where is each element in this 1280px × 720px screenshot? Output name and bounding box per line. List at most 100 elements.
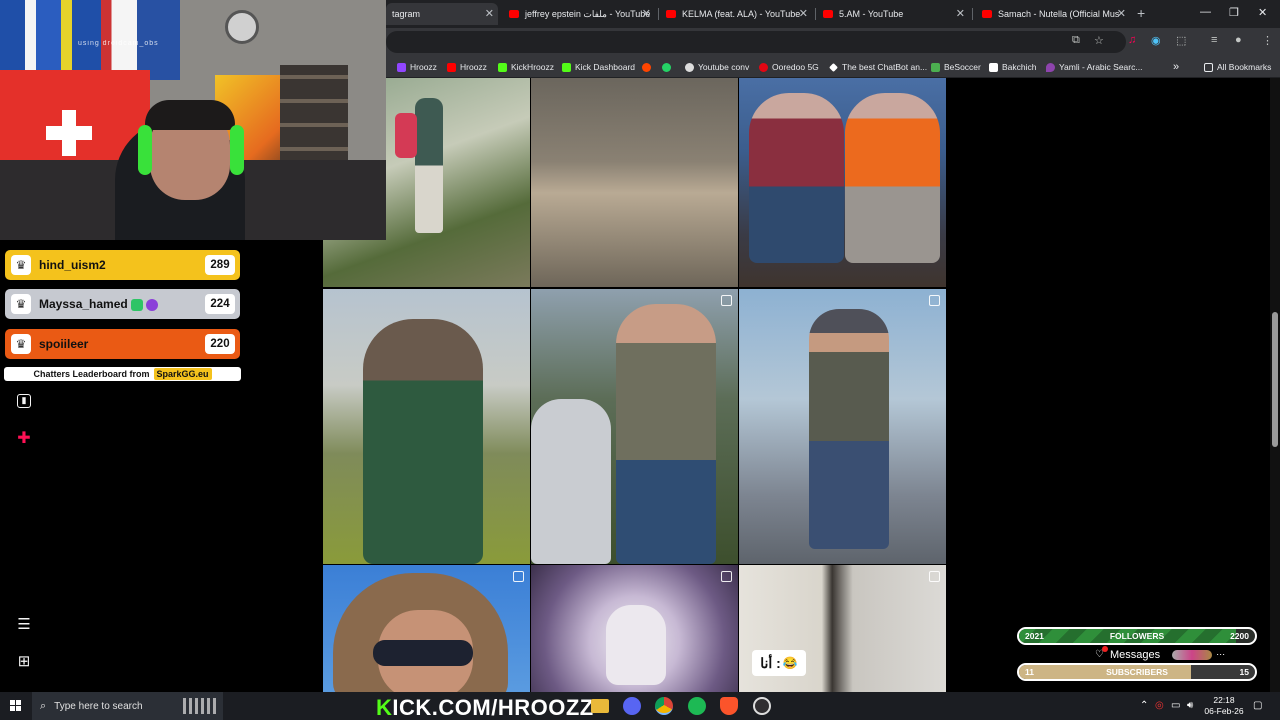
post-tile[interactable] <box>739 78 946 287</box>
file-explorer-icon[interactable] <box>591 699 609 713</box>
followers-goal: 2200 <box>1230 631 1249 641</box>
all-bookmarks[interactable]: All Bookmarks <box>1204 60 1271 74</box>
add-plus-icon[interactable]: ✚ <box>15 430 33 448</box>
tab-youtube-5am[interactable]: 5.AM - YouTube ✕ <box>817 3 969 25</box>
tab-label: 5.AM - YouTube <box>839 9 904 19</box>
reel-icon <box>721 571 732 582</box>
restore-icon[interactable]: ❐ <box>1229 6 1239 19</box>
close-icon[interactable]: ✕ <box>642 7 651 20</box>
extensions-icon[interactable]: ⬚ <box>1176 34 1186 47</box>
bookmark-youtube-conv[interactable]: Youtube conv <box>685 60 749 74</box>
minimize-icon[interactable]: — <box>1200 6 1211 18</box>
search-icon: ⌕ <box>40 699 47 712</box>
close-icon[interactable]: ✕ <box>1117 7 1126 20</box>
bookmark-bakchich[interactable]: Bakchich <box>989 60 1037 74</box>
kick-channel-banner: KICK.COM/HROOZZ <box>376 695 594 720</box>
crown-icon: ♛ <box>11 294 31 314</box>
screen: tagram ✕ jeffrey epstein ملفات - YouTube… <box>0 0 1280 720</box>
followers-goal-bar: 2021 FOLLOWERS 2200 <box>1017 627 1257 645</box>
taskbar-clock[interactable]: 22:18 06-Feb-26 <box>1198 695 1250 717</box>
bookmark-reddit[interactable] <box>642 60 655 74</box>
bookmark-star-icon[interactable]: ☆ <box>1094 34 1104 47</box>
meta-apps-icon[interactable]: ⊞ <box>15 653 33 671</box>
obs-icon[interactable] <box>753 697 771 715</box>
webcam-overlay: using droidcam_obs <box>0 0 386 240</box>
scrollbar-thumb[interactable] <box>1272 312 1278 447</box>
bookmark-ooredoo[interactable]: Ooredoo 5G <box>759 60 819 74</box>
menu-kebab-icon[interactable]: ⋮ <box>1262 34 1273 47</box>
folder-icon <box>1204 62 1213 72</box>
bookmark-chatbot[interactable]: The best ChatBot an... <box>829 60 927 74</box>
more-menu-icon[interactable]: ☰ <box>15 616 33 634</box>
headset-icon <box>138 125 152 175</box>
windows-taskbar: ⌕ Type here to search KICK.COM/HROOZZ ⌃ … <box>0 692 1280 720</box>
music-extension-icon[interactable]: ♫ <box>1128 34 1136 46</box>
page-scrollbar[interactable] <box>1270 78 1280 692</box>
media-controls-icon[interactable]: ≡ <box>1211 34 1217 46</box>
reddit-icon <box>642 62 651 72</box>
tab-label: KELMA (feat. ALA) - YouTube <box>682 9 801 19</box>
leaderboard-name: spoiileer <box>39 337 89 351</box>
subscribers-goal-bar: 11 SUBSCRIBERS 15 <box>1017 663 1257 681</box>
tab-youtube-samach[interactable]: Samach - Nutella (Official Mus ✕ <box>976 3 1130 25</box>
post-tile[interactable] <box>531 565 738 692</box>
close-window-icon[interactable]: ✕ <box>1258 6 1267 19</box>
post-tile[interactable] <box>323 289 530 564</box>
post-tile[interactable] <box>531 78 738 287</box>
address-bar[interactable] <box>386 31 1126 53</box>
bookmark-hroozz-youtube[interactable]: Hroozz <box>447 60 487 74</box>
leaderboard-name: Mayssa_hamed <box>39 297 205 311</box>
insights-icon[interactable]: ▮ <box>17 394 31 408</box>
besoccer-icon <box>931 62 940 72</box>
bookmark-whatsapp[interactable] <box>662 60 675 74</box>
network-icon[interactable]: ▭ <box>1171 700 1180 711</box>
bookmark-hroozz-twitch[interactable]: Hroozz <box>397 60 437 74</box>
crown-icon: ♛ <box>11 334 31 354</box>
windows-start-icon[interactable] <box>10 700 22 712</box>
install-icon[interactable]: ⧉ <box>1072 34 1080 47</box>
taskbar-search-input[interactable]: ⌕ Type here to search <box>32 692 223 720</box>
youtube-icon <box>509 10 519 18</box>
leaderboard-count: 224 <box>205 294 235 314</box>
close-icon[interactable]: ✕ <box>956 7 965 20</box>
tab-instagram[interactable]: tagram ✕ <box>386 3 498 25</box>
post-tile[interactable] <box>531 289 738 564</box>
bookmark-besoccer[interactable]: BeSoccer <box>931 60 981 74</box>
new-tab-icon[interactable]: + <box>1137 5 1145 21</box>
tab-label: jeffrey epstein ملفات - YouTube <box>525 8 651 19</box>
audio-extension-icon[interactable]: ◉ <box>1151 34 1161 47</box>
discord-icon[interactable] <box>623 697 641 715</box>
post-tile[interactable]: أنا : 😂 <box>739 565 946 692</box>
leaderboard-footer: Chatters Leaderboard from SparkGG.eu <box>4 367 241 381</box>
brave-icon[interactable] <box>720 697 738 715</box>
chrome-icon[interactable] <box>655 697 673 715</box>
tab-youtube-kelma[interactable]: KELMA (feat. ALA) - YouTube ✕ <box>660 3 812 25</box>
leaderboard-count: 220 <box>205 334 235 354</box>
post-tile[interactable] <box>739 289 946 564</box>
tab-youtube-epstein[interactable]: jeffrey epstein ملفات - YouTube ✕ <box>503 3 655 25</box>
kick-icon <box>498 62 507 72</box>
leaderboard-name: hind_uism2 <box>39 258 106 272</box>
spotify-icon[interactable] <box>688 697 706 715</box>
tray-app-icon[interactable]: ◎ <box>1155 700 1164 711</box>
yamli-icon <box>1046 62 1055 72</box>
ooredoo-icon <box>759 62 768 72</box>
badge-icon <box>131 298 144 311</box>
sparkgg-brand: SparkGG.eu <box>153 368 212 380</box>
bookmark-kick-dashboard[interactable]: Kick Dashboard <box>562 60 635 74</box>
close-icon[interactable]: ✕ <box>799 7 808 20</box>
volume-icon[interactable]: 🔊︎ <box>1187 700 1193 711</box>
youtube-icon <box>823 10 833 18</box>
post-photo-skull <box>606 605 666 685</box>
clock-time: 22:18 <box>1213 695 1235 705</box>
post-photo-person <box>363 319 483 564</box>
notifications-icon[interactable]: ▢ <box>1253 700 1262 711</box>
bookmark-yamli[interactable]: Yamli - Arabic Searc... <box>1046 60 1142 74</box>
bookmark-kickhroozz[interactable]: KickHroozz <box>498 60 554 74</box>
post-tile[interactable] <box>323 565 530 692</box>
post-photo-person <box>616 304 716 564</box>
profile-avatar-icon[interactable]: ● <box>1235 34 1242 46</box>
close-icon[interactable]: ✕ <box>485 7 494 20</box>
tray-chevron-icon[interactable]: ⌃ <box>1140 700 1148 711</box>
more-bookmarks-icon[interactable]: » <box>1173 60 1179 74</box>
